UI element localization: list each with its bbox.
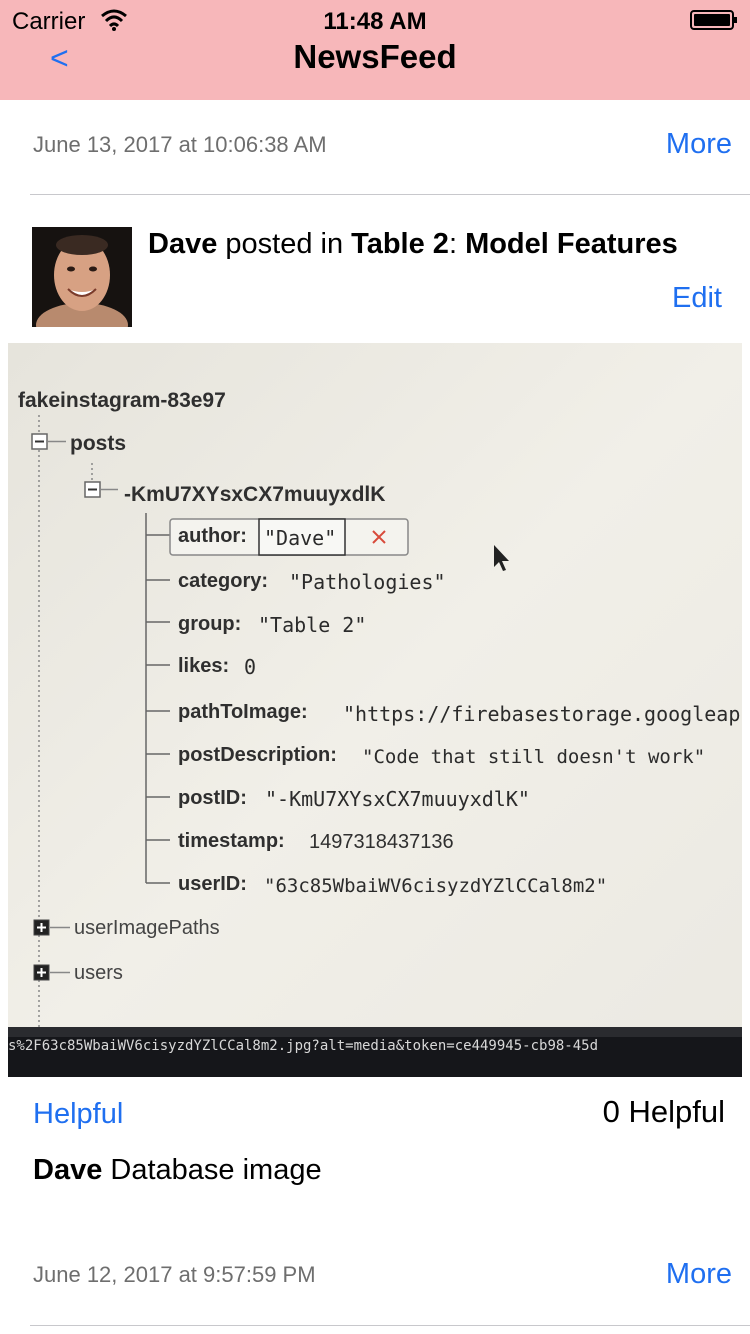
helpful-button[interactable]: Helpful — [33, 1098, 123, 1131]
field-key: timestamp: — [178, 830, 285, 852]
field-key: author: — [178, 525, 247, 547]
posted-in-label: posted in — [225, 228, 344, 260]
helpful-count: 0 Helpful — [602, 1094, 725, 1129]
post-author[interactable]: Dave — [148, 228, 217, 260]
field-value: 0 — [244, 655, 256, 679]
field-key: likes: — [178, 655, 229, 677]
post-headline: Dave posted in Table 2: Model Features — [148, 228, 678, 261]
field-value: "Code that still doesn't work" — [362, 746, 705, 768]
divider — [30, 1325, 750, 1326]
field-value: "-KmU7XYsxCX7muuyxdlK" — [265, 787, 530, 811]
field-key: userID: — [178, 873, 247, 895]
post-title: Model Features — [465, 228, 678, 260]
field-value: 1497318437136 — [309, 831, 454, 853]
field-value: "https://firebasestorage.googleap — [343, 702, 740, 726]
field-value: "63c85WbaiWV6cisyzdYZlCCal8m2" — [264, 875, 607, 897]
field-key: postID: — [178, 787, 247, 809]
database-photo: fakeinstagram-83e97 posts -KmU7XYsxCX7mu… — [8, 343, 742, 1077]
tree-user-image-paths: userImagePaths — [74, 917, 220, 939]
battery-icon — [690, 10, 737, 30]
post-date: June 12, 2017 at 9:57:59 PM — [33, 1262, 316, 1287]
avatar-photo — [32, 227, 132, 327]
field-key: group: — [178, 613, 241, 635]
post-date: June 13, 2017 at 10:06:38 AM — [33, 132, 327, 157]
more-button[interactable]: More — [666, 128, 732, 161]
edit-button[interactable]: Edit — [672, 282, 722, 315]
tree-post-id: -KmU7XYsxCX7muuyxdlK — [124, 483, 385, 506]
tree-root: fakeinstagram-83e97 — [18, 389, 226, 412]
tree-users: users — [74, 962, 123, 984]
field-key: category: — [178, 570, 268, 592]
field-value: "Dave" — [264, 526, 336, 550]
field-key: postDescription: — [178, 744, 337, 766]
status-time: 11:48 AM — [323, 8, 427, 35]
navigation-bar: < NewsFeed — [0, 40, 750, 100]
tree-posts: posts — [70, 432, 126, 455]
url-strip: s%2F63c85WbaiWV6cisyzdYZlCCal8m2.jpg?alt… — [8, 1038, 598, 1054]
avatar[interactable] — [32, 227, 132, 327]
field-key: pathToImage: — [178, 701, 308, 723]
headline-colon: : — [448, 228, 457, 260]
more-button[interactable]: More — [666, 1258, 732, 1291]
field-value: "Table 2" — [258, 613, 366, 637]
caption-author[interactable]: Dave — [33, 1154, 102, 1186]
field-value: "Pathologies" — [289, 570, 446, 594]
divider — [30, 194, 750, 195]
caption-text: Database image — [110, 1154, 322, 1186]
post-image[interactable]: fakeinstagram-83e97 posts -KmU7XYsxCX7mu… — [8, 343, 742, 1077]
page-title: NewsFeed — [293, 38, 457, 75]
post-group[interactable]: Table 2 — [351, 228, 449, 260]
status-bar: Carrier 11:48 AM — [0, 0, 750, 40]
post-caption: Dave Database image — [33, 1154, 322, 1187]
